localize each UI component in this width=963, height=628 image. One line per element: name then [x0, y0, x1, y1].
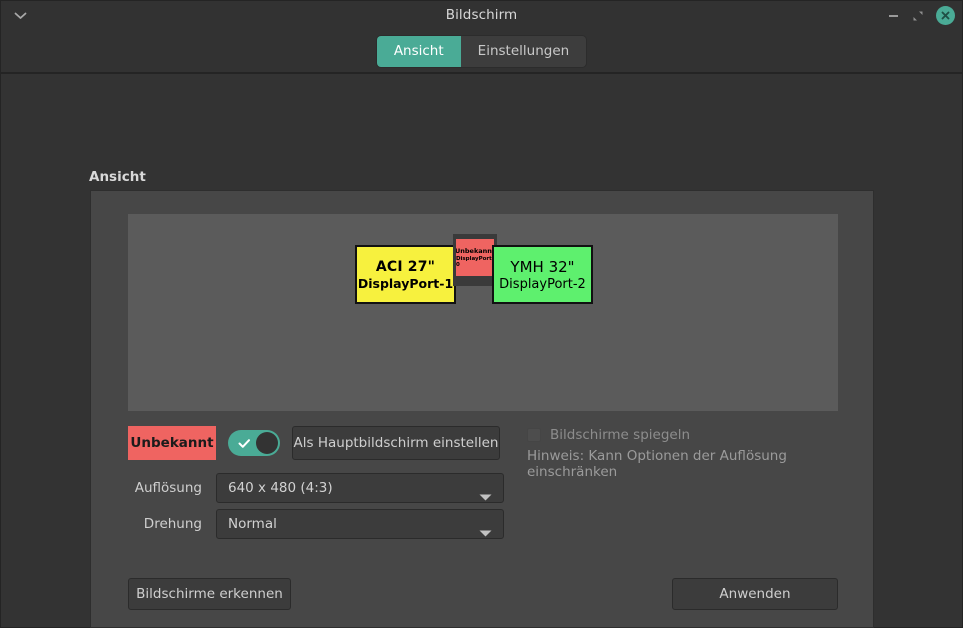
title-bar: Bildschirm: [1, 1, 962, 30]
resolution-select[interactable]: 640 x 480 (4:3): [216, 473, 504, 503]
screen-settings-window: Bildschirm Ansicht Einstellungen Ansicht…: [0, 0, 963, 628]
rotation-row: Drehung Normal: [128, 509, 558, 539]
close-button[interactable]: [934, 4, 957, 27]
resolution-label: Auflösung: [134, 480, 202, 496]
monitor-displayport-2[interactable]: YMH 32" DisplayPort-2: [492, 245, 593, 304]
mirror-settings-group: Bildschirme spiegeln Hinweis: Kann Optio…: [527, 427, 847, 480]
display-enabled-toggle[interactable]: [228, 430, 280, 456]
minimize-icon: [889, 14, 898, 17]
toggle-knob: [256, 432, 278, 454]
rotation-select[interactable]: Normal: [216, 509, 504, 539]
rotation-value: Normal: [228, 516, 277, 532]
chevron-down-icon: [479, 486, 492, 505]
monitor-name: Unbekannt: [454, 247, 496, 255]
mirror-hint-text: Hinweis: Kann Optionen der Auflösung ein…: [527, 448, 787, 480]
detect-screens-button[interactable]: Bildschirme erkennen: [128, 578, 291, 610]
mirror-screens-checkbox[interactable]: Bildschirme spiegeln: [527, 427, 847, 443]
monitor-displayport-0[interactable]: Unbekannt DisplayPort-0: [453, 234, 497, 286]
tab-bar: Ansicht Einstellungen: [1, 30, 962, 72]
monitor-displayport-1[interactable]: ACI 27" DisplayPort-1: [355, 245, 456, 304]
status-badge[interactable]: Unbekannt: [128, 426, 216, 460]
set-primary-screen-button[interactable]: Als Hauptbildschirm einstellen: [292, 426, 500, 460]
monitor-name: YMH 32": [510, 257, 575, 276]
rotation-label: Drehung: [143, 516, 202, 532]
monitor-port: DisplayPort-1: [357, 275, 454, 291]
resolution-row: Auflösung 640 x 480 (4:3): [128, 473, 558, 503]
monitor-port: DisplayPort-0: [455, 256, 495, 268]
page-title: Ansicht: [89, 169, 146, 185]
monitor-name: ACI 27": [375, 258, 436, 275]
monitor-port: DisplayPort-2: [499, 276, 586, 292]
resolution-value: 640 x 480 (4:3): [228, 480, 333, 496]
maximize-icon: [913, 11, 922, 20]
check-icon: [237, 436, 251, 450]
monitor-arrangement-preview[interactable]: ACI 27" DisplayPort-1 Unbekannt DisplayP…: [128, 214, 838, 411]
tab-ansicht[interactable]: Ansicht: [376, 35, 461, 67]
checkbox-box: [527, 428, 541, 442]
close-icon: [936, 6, 955, 25]
mirror-screens-label: Bildschirme spiegeln: [550, 427, 690, 443]
apply-button[interactable]: Anwenden: [672, 578, 838, 610]
tab-einstellungen[interactable]: Einstellungen: [460, 35, 587, 67]
display-controls-row: Unbekannt Als Hauptbildschirm einstellen…: [128, 426, 838, 480]
content-area: Ansicht ACI 27" DisplayPort-1 Unbekannt …: [1, 74, 962, 628]
window-title: Bildschirm: [445, 7, 518, 23]
view-panel: ACI 27" DisplayPort-1 Unbekannt DisplayP…: [90, 190, 874, 628]
chevron-down-icon: [479, 522, 492, 541]
maximize-button[interactable]: [906, 4, 929, 27]
minimize-button[interactable]: [882, 4, 905, 27]
